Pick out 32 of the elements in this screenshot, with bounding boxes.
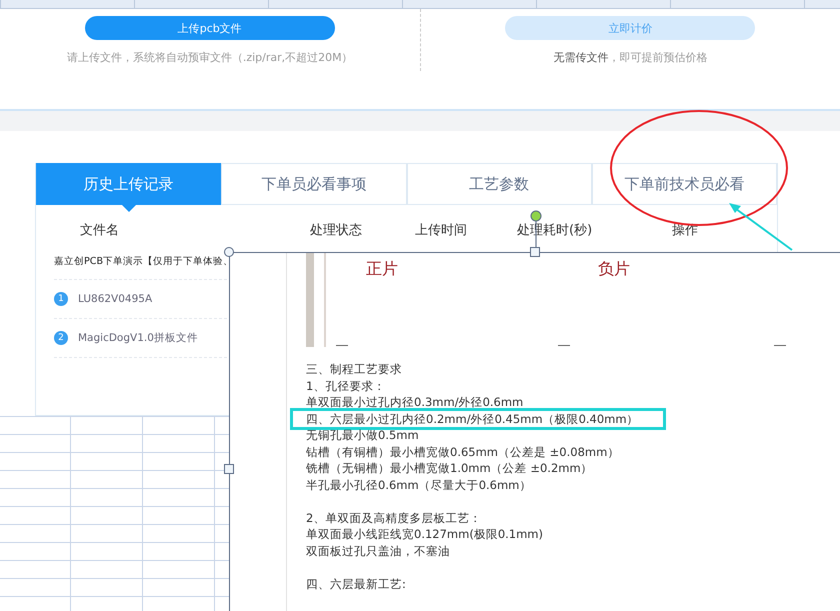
hint-text: 无需传文件，即可提前预估价格 xyxy=(553,50,708,65)
file-name: LU862V0495A xyxy=(78,293,152,305)
tab[interactable]: 下单前技术员必看 xyxy=(592,163,777,205)
document-line: 双面板过孔只盖油，不塞油 xyxy=(306,542,450,559)
document-line: 单双面最小过孔内径0.3mm/外径0.6mm xyxy=(306,394,524,410)
column-header: 文件名 xyxy=(80,222,120,239)
resize-handle[interactable] xyxy=(530,247,540,257)
tab[interactable]: 下单员必看事项 xyxy=(221,163,406,205)
image-label: 负片 xyxy=(598,259,630,280)
column-header: 上传时间 xyxy=(415,222,468,239)
document-line: 1、孔径要求： xyxy=(306,378,386,394)
document-line: 单双面最小线距线宽0.127mm(极限0.1mm) xyxy=(306,526,543,542)
row-number: 2 xyxy=(54,331,68,345)
image-label: 正片 xyxy=(366,259,398,280)
document-line: 四、六层最新工艺: xyxy=(306,576,406,592)
column-header: 处理状态 xyxy=(310,222,363,239)
tab[interactable]: 工艺参数 xyxy=(406,163,592,205)
row-number: 1 xyxy=(54,292,68,306)
document-line: 2、单双面及高精度多层板工艺： xyxy=(306,510,482,526)
document-line: 无铜孔最小做0.5mm xyxy=(306,427,419,444)
document-line: 三、制程工艺要求 xyxy=(306,361,402,378)
document-line: 钻槽（有铜槽）最小槽宽做0.65mm（公差是 ±0.08mm） xyxy=(306,444,620,460)
resize-handle[interactable] xyxy=(224,247,234,257)
hint-text: 请上传文件，系统将自动预审文件（.zip/rar,不超过20M） xyxy=(66,50,353,65)
tab-pointer xyxy=(120,204,137,212)
resize-handle[interactable] xyxy=(224,464,234,474)
document-line: 铣槽（无铜槽）最小槽宽做1.0mm（公差 ±0.2mm） xyxy=(306,460,593,476)
upload-button[interactable]: 上传pcb文件 xyxy=(84,16,335,40)
document-line: 半孔最小孔径0.6mm（尽量大于0.6mm） xyxy=(306,476,532,493)
pasted-document[interactable] xyxy=(229,252,840,611)
file-name: MagicDogV1.0拼板文件 xyxy=(78,331,198,345)
file-name: 嘉立创PCB下单演示【仅用于下单体验、 xyxy=(54,254,234,268)
